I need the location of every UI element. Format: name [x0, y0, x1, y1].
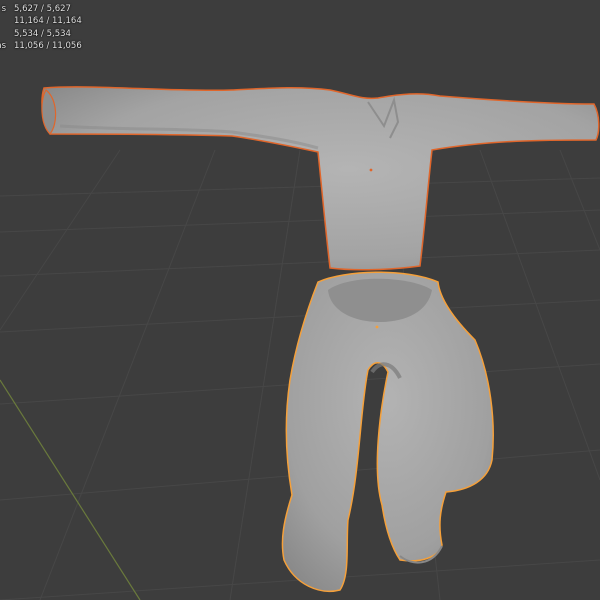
stat-value: 11,164 / 11,164	[14, 16, 82, 27]
stat-value: 5,534 / 5,534	[14, 28, 71, 39]
stat-label: s	[1, 4, 6, 14]
3d-viewport[interactable]	[0, 0, 600, 600]
stat-label: as	[0, 40, 6, 51]
stat-value: 5,627 / 5,627	[14, 4, 71, 14]
shirt-origin-dot	[369, 168, 373, 172]
pants-origin-dot	[375, 325, 379, 329]
stat-value: 11,056 / 11,056	[14, 40, 82, 51]
